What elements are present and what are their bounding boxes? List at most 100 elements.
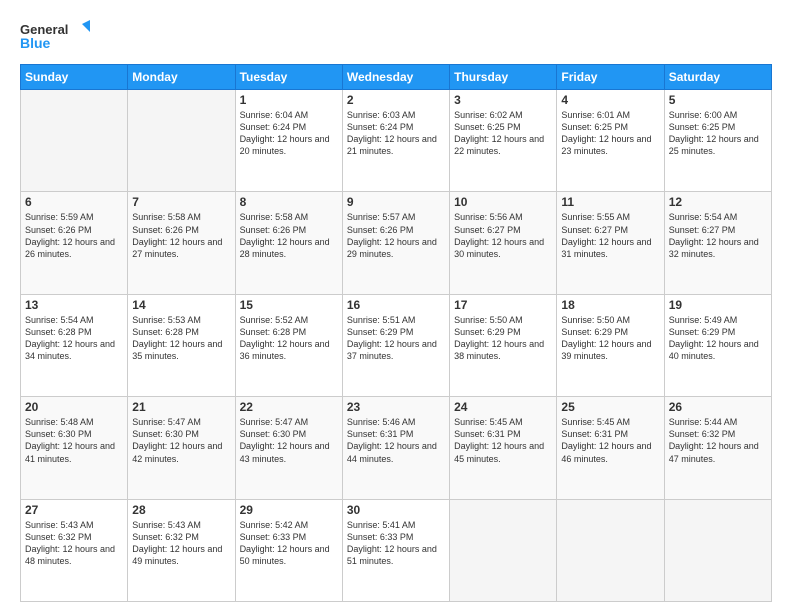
calendar-cell: 4 Sunrise: 6:01 AM Sunset: 6:25 PM Daylig… (557, 90, 664, 192)
calendar-cell: 6Sunrise: 5:59 AM Sunset: 6:26 PM Daylig… (21, 192, 128, 294)
cell-info: Sunrise: 5:44 AM Sunset: 6:32 PM Dayligh… (669, 416, 767, 465)
day-number: 2 (347, 93, 445, 107)
cell-info: Sunrise: 6:02 AM Sunset: 6:25 PM Dayligh… (454, 109, 552, 158)
weekday-header-cell: Sunday (21, 65, 128, 90)
day-number: 12 (669, 195, 767, 209)
day-number: 4 (561, 93, 659, 107)
cell-info: Sunrise: 5:58 AM Sunset: 6:26 PM Dayligh… (132, 211, 230, 260)
weekday-header-cell: Saturday (664, 65, 771, 90)
day-number: 3 (454, 93, 552, 107)
calendar-cell: 27Sunrise: 5:43 AM Sunset: 6:32 PM Dayli… (21, 499, 128, 601)
calendar-week-row: 13 Sunrise: 5:54 AM Sunset: 6:28 PM Dayli… (21, 294, 772, 396)
day-number: 23 (347, 400, 445, 414)
cell-info: Sunrise: 5:45 AM Sunset: 6:31 PM Dayligh… (561, 416, 659, 465)
weekday-header-cell: Monday (128, 65, 235, 90)
cell-info: Sunrise: 5:54 AM Sunset: 6:27 PM Dayligh… (669, 211, 767, 260)
cell-info: Sunrise: 6:03 AM Sunset: 6:24 PM Dayligh… (347, 109, 445, 158)
cell-info: Sunrise: 5:42 AM Sunset: 6:33 PM Dayligh… (240, 519, 338, 568)
cell-info: Sunrise: 5:46 AM Sunset: 6:31 PM Dayligh… (347, 416, 445, 465)
logo: General Blue (20, 18, 90, 54)
cell-info: Sunrise: 5:52 AM Sunset: 6:28 PM Dayligh… (240, 314, 338, 363)
calendar-cell: 7 Sunrise: 5:58 AM Sunset: 6:26 PM Daylig… (128, 192, 235, 294)
day-number: 8 (240, 195, 338, 209)
cell-info: Sunrise: 6:04 AM Sunset: 6:24 PM Dayligh… (240, 109, 338, 158)
calendar-cell: 17 Sunrise: 5:50 AM Sunset: 6:29 PM Dayli… (450, 294, 557, 396)
day-number: 6 (25, 195, 123, 209)
day-number: 16 (347, 298, 445, 312)
svg-text:Blue: Blue (20, 35, 51, 51)
day-number: 30 (347, 503, 445, 517)
calendar-cell (21, 90, 128, 192)
day-number: 29 (240, 503, 338, 517)
calendar-cell: 20Sunrise: 5:48 AM Sunset: 6:30 PM Dayli… (21, 397, 128, 499)
cell-info: Sunrise: 5:45 AM Sunset: 6:31 PM Dayligh… (454, 416, 552, 465)
cell-info: Sunrise: 5:57 AM Sunset: 6:26 PM Dayligh… (347, 211, 445, 260)
day-number: 25 (561, 400, 659, 414)
calendar-cell: 12 Sunrise: 5:54 AM Sunset: 6:27 PM Dayli… (664, 192, 771, 294)
cell-info: Sunrise: 5:50 AM Sunset: 6:29 PM Dayligh… (561, 314, 659, 363)
day-number: 20 (25, 400, 123, 414)
calendar-cell: 28 Sunrise: 5:43 AM Sunset: 6:32 PM Dayli… (128, 499, 235, 601)
cell-info: Sunrise: 5:53 AM Sunset: 6:28 PM Dayligh… (132, 314, 230, 363)
calendar-cell: 13 Sunrise: 5:54 AM Sunset: 6:28 PM Dayli… (21, 294, 128, 396)
calendar-cell: 30Sunrise: 5:41 AM Sunset: 6:33 PM Dayli… (342, 499, 449, 601)
calendar-cell: 3 Sunrise: 6:02 AM Sunset: 6:25 PM Daylig… (450, 90, 557, 192)
cell-info: Sunrise: 5:55 AM Sunset: 6:27 PM Dayligh… (561, 211, 659, 260)
calendar-cell (450, 499, 557, 601)
weekday-header-row: SundayMondayTuesdayWednesdayThursdayFrid… (21, 65, 772, 90)
calendar-cell: 16Sunrise: 5:51 AM Sunset: 6:29 PM Dayli… (342, 294, 449, 396)
day-number: 5 (669, 93, 767, 107)
calendar-cell: 2 Sunrise: 6:03 AM Sunset: 6:24 PM Daylig… (342, 90, 449, 192)
cell-info: Sunrise: 6:01 AM Sunset: 6:25 PM Dayligh… (561, 109, 659, 158)
calendar-cell: 29 Sunrise: 5:42 AM Sunset: 6:33 PM Dayli… (235, 499, 342, 601)
cell-info: Sunrise: 5:47 AM Sunset: 6:30 PM Dayligh… (240, 416, 338, 465)
day-number: 22 (240, 400, 338, 414)
calendar-week-row: 1Sunrise: 6:04 AM Sunset: 6:24 PM Daylig… (21, 90, 772, 192)
calendar-cell: 24Sunrise: 5:45 AM Sunset: 6:31 PM Dayli… (450, 397, 557, 499)
day-number: 13 (25, 298, 123, 312)
calendar-week-row: 20Sunrise: 5:48 AM Sunset: 6:30 PM Dayli… (21, 397, 772, 499)
day-number: 26 (669, 400, 767, 414)
calendar-cell: 22 Sunrise: 5:47 AM Sunset: 6:30 PM Dayli… (235, 397, 342, 499)
calendar-cell: 25 Sunrise: 5:45 AM Sunset: 6:31 PM Dayli… (557, 397, 664, 499)
cell-info: Sunrise: 5:54 AM Sunset: 6:28 PM Dayligh… (25, 314, 123, 363)
weekday-header-cell: Thursday (450, 65, 557, 90)
day-number: 9 (347, 195, 445, 209)
calendar-cell (557, 499, 664, 601)
weekday-header-cell: Friday (557, 65, 664, 90)
day-number: 17 (454, 298, 552, 312)
calendar-cell: 26 Sunrise: 5:44 AM Sunset: 6:32 PM Dayli… (664, 397, 771, 499)
cell-info: Sunrise: 5:43 AM Sunset: 6:32 PM Dayligh… (132, 519, 230, 568)
weekday-header-cell: Tuesday (235, 65, 342, 90)
calendar-cell (664, 499, 771, 601)
calendar-week-row: 6Sunrise: 5:59 AM Sunset: 6:26 PM Daylig… (21, 192, 772, 294)
calendar-cell: 9 Sunrise: 5:57 AM Sunset: 6:26 PM Daylig… (342, 192, 449, 294)
calendar-table: SundayMondayTuesdayWednesdayThursdayFrid… (20, 64, 772, 602)
calendar-cell: 11 Sunrise: 5:55 AM Sunset: 6:27 PM Dayli… (557, 192, 664, 294)
day-number: 27 (25, 503, 123, 517)
calendar-cell: 14 Sunrise: 5:53 AM Sunset: 6:28 PM Dayli… (128, 294, 235, 396)
calendar-cell: 8 Sunrise: 5:58 AM Sunset: 6:26 PM Daylig… (235, 192, 342, 294)
cell-info: Sunrise: 5:56 AM Sunset: 6:27 PM Dayligh… (454, 211, 552, 260)
cell-info: Sunrise: 6:00 AM Sunset: 6:25 PM Dayligh… (669, 109, 767, 158)
day-number: 10 (454, 195, 552, 209)
calendar-cell: 21Sunrise: 5:47 AM Sunset: 6:30 PM Dayli… (128, 397, 235, 499)
calendar-cell: 19 Sunrise: 5:49 AM Sunset: 6:29 PM Dayli… (664, 294, 771, 396)
day-number: 19 (669, 298, 767, 312)
day-number: 11 (561, 195, 659, 209)
calendar-cell: 5 Sunrise: 6:00 AM Sunset: 6:25 PM Daylig… (664, 90, 771, 192)
day-number: 14 (132, 298, 230, 312)
calendar-cell: 18Sunrise: 5:50 AM Sunset: 6:29 PM Dayli… (557, 294, 664, 396)
calendar-cell: 1Sunrise: 6:04 AM Sunset: 6:24 PM Daylig… (235, 90, 342, 192)
day-number: 21 (132, 400, 230, 414)
day-number: 28 (132, 503, 230, 517)
calendar-cell: 23 Sunrise: 5:46 AM Sunset: 6:31 PM Dayli… (342, 397, 449, 499)
day-number: 7 (132, 195, 230, 209)
page: General Blue SundayMondayTuesdayWednesda… (0, 0, 792, 612)
header: General Blue (20, 18, 772, 54)
cell-info: Sunrise: 5:50 AM Sunset: 6:29 PM Dayligh… (454, 314, 552, 363)
calendar-week-row: 27 Sunrise: 5:43 AM Sunset: 6:32 PM Dayli… (21, 499, 772, 601)
cell-info: Sunrise: 5:58 AM Sunset: 6:26 PM Dayligh… (240, 211, 338, 260)
cell-info: Sunrise: 5:49 AM Sunset: 6:29 PM Dayligh… (669, 314, 767, 363)
logo-svg: General Blue (20, 18, 90, 54)
